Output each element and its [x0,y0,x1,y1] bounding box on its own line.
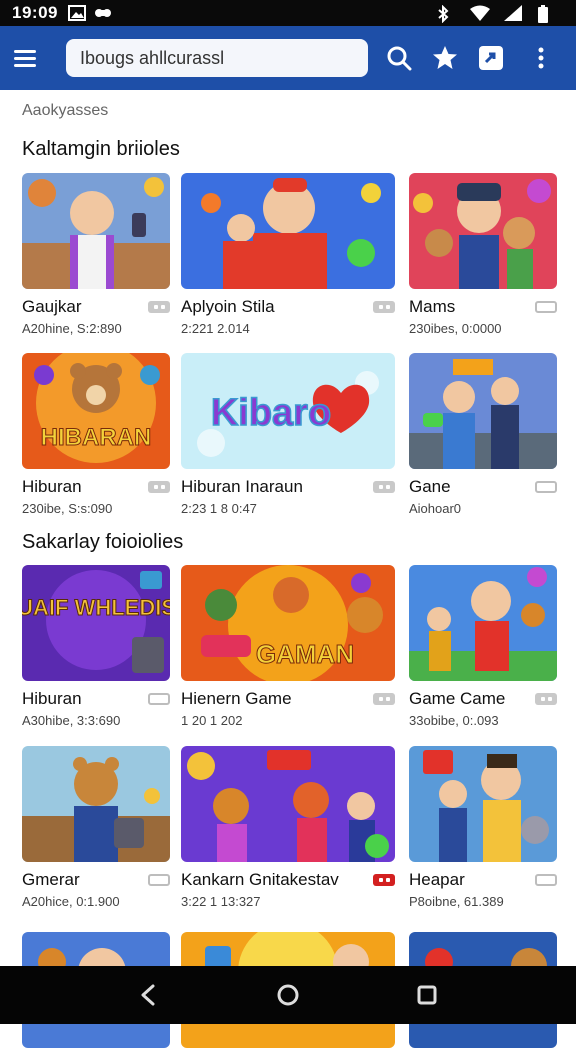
game-thumbnail [22,173,170,289]
game-thumbnail: GUAIF WHLEDIS [22,565,170,681]
badge-icon [373,481,395,493]
subheader: Aaokyasses [22,102,109,119]
menu-icon[interactable] [14,44,42,72]
game-card[interactable]: Heapar P8oibne, 61.389 [409,746,557,909]
signal-icon [504,5,522,21]
search-icon[interactable] [384,43,414,73]
search-input[interactable]: Ibougs ahllcurassl [66,39,368,77]
game-card[interactable]: Gaujkar A20hine, S:2:890 [22,173,170,336]
section-title-1: Kaltamgin briioles [22,138,180,160]
game-thumbnail [409,173,557,289]
game-thumbnail [409,746,557,862]
card-title: Mams [409,297,456,316]
game-thumbnail: GAMAN [181,565,395,681]
recents-icon[interactable] [407,975,447,1015]
card-title: Hiburan [22,689,82,708]
card-title: Hiburan Inaraun [181,477,303,496]
card-subtitle: 2:23 1 8 0:47 [181,501,257,516]
system-nav-bar [0,966,576,1024]
game-thumbnail [22,746,170,862]
game-card[interactable]: Gane Aiohoar0 [409,353,557,516]
game-card[interactable]: HIBARAN Hiburan 230ibe, S:s:090 [22,353,170,516]
game-card[interactable]: Kankarn Gnitakestav 3:22 1 13:327 [181,746,395,909]
thumb-text: GAMAN [256,639,354,669]
status-time: 19:09 [12,3,58,22]
home-icon[interactable] [268,975,308,1015]
game-card[interactable]: Aplyoin Stila 2:221 2.014 [181,173,395,336]
badge-icon [535,301,557,313]
card-title: Aplyoin Stila [181,297,275,316]
card-title: Gmerar [22,870,80,889]
badge-icon [373,874,395,886]
card-title: Heapar [409,870,465,889]
thumb-text: GUAIF WHLEDIS [22,595,170,620]
game-card[interactable]: Gmerar A20hice, 0:1.900 [22,746,170,909]
badge-icon [148,481,170,493]
card-subtitle: Aiohoar0 [409,501,462,516]
battery-icon [538,5,556,23]
more-vert-icon[interactable] [526,43,556,73]
badge-icon [148,301,170,313]
game-thumbnail [409,353,557,469]
card-subtitle: A20hine, S:2:890 [22,321,122,336]
card-subtitle: 230ibes, 0:0000 [409,321,502,336]
badge-icon [148,693,170,705]
badge-icon [535,481,557,493]
card-subtitle: 2:221 2.014 [181,321,250,336]
card-subtitle: 3:22 1 13:327 [181,894,261,909]
game-card[interactable]: Kibaro Hiburan Inaraun 2:23 1 8 0:47 [181,353,395,516]
game-card[interactable]: Mams 230ibes, 0:0000 [409,173,557,336]
card-title: Gane [409,477,451,496]
app-bar: Ibougs ahllcurassl [0,26,576,90]
card-title: Gaujkar [22,297,82,316]
card-subtitle: P8oibne, 61.389 [409,894,504,909]
card-title: Kankarn Gnitakestav [181,870,339,889]
game-thumbnail: HIBARAN [22,353,170,469]
badge-icon [373,301,395,313]
card-subtitle: A20hice, 0:1.900 [22,894,120,909]
status-bar: 19:09 [0,0,576,26]
back-icon[interactable] [129,975,169,1015]
thumb-text: HIBARAN [41,424,152,451]
thumb-text: Kibaro [211,392,331,434]
game-thumbnail [181,746,395,862]
game-card[interactable]: GUAIF WHLEDIS Hiburan A30hibe, 3:3:690 [22,565,170,728]
game-thumbnail [181,173,395,289]
bluetooth-icon [436,4,454,24]
game-controller-icon [94,5,112,21]
game-thumbnail [409,565,557,681]
gallery-icon [67,5,86,21]
badge-icon [535,874,557,886]
card-title: Hiburan [22,477,82,496]
game-card[interactable]: GAMAN Hienern Game 1 20 1 202 [181,565,395,728]
badge-icon [373,693,395,705]
card-title: Hienern Game [181,689,292,708]
badge-icon [535,693,557,705]
card-subtitle: 1 20 1 202 [181,713,243,728]
game-thumbnail: Kibaro [181,353,395,469]
share-icon[interactable] [476,43,506,73]
svg-text:GUAIF WHLEDIS: GUAIF WHLEDIS [22,595,170,620]
wifi-icon [470,5,490,21]
search-input-text: Ibougs ahllcurassl [80,47,225,68]
section-title-2: Sakarlay foioiolies [22,531,184,553]
star-icon[interactable] [430,43,460,73]
game-card[interactable]: Game Came 33obibe, 0:.093 [409,565,557,728]
card-subtitle: A30hibe, 3:3:690 [22,713,121,728]
badge-icon [148,874,170,886]
card-subtitle: 230ibe, S:s:090 [22,501,113,516]
card-subtitle: 33obibe, 0:.093 [409,713,499,728]
card-title: Game Came [409,689,506,708]
